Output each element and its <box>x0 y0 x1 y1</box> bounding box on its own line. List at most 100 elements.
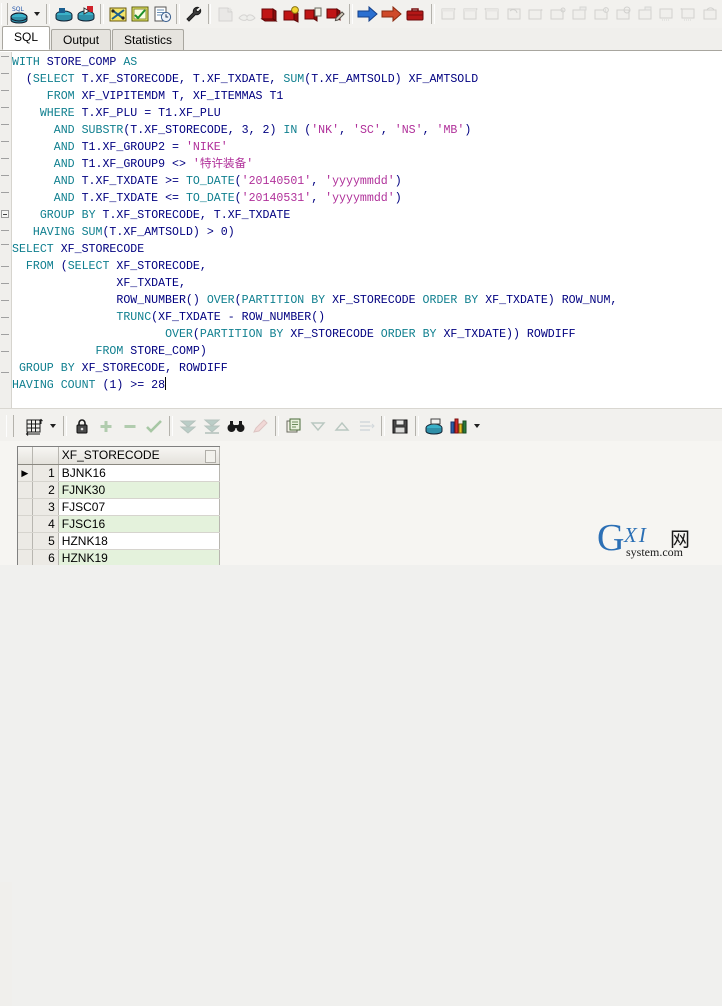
row-current-marker[interactable] <box>18 481 33 499</box>
toolbar-separator-2 <box>100 4 104 24</box>
table-row[interactable]: 2 FJNK30 <box>18 481 220 499</box>
forward-arrow-icon[interactable] <box>356 2 380 26</box>
main-toolbar: SQL i <box>0 0 722 29</box>
window-icon-3[interactable] <box>482 2 504 26</box>
open-file-icon[interactable] <box>53 2 75 26</box>
window-icon-9[interactable] <box>613 2 635 26</box>
highlight-icon[interactable] <box>248 414 272 438</box>
window-icon-11[interactable] <box>657 2 679 26</box>
clear-icon[interactable] <box>236 2 258 26</box>
briefcase-icon[interactable] <box>404 2 428 26</box>
toolbar-separator-1 <box>46 4 50 24</box>
window-icon-8[interactable]: i <box>591 2 613 26</box>
toolbar-separator-3 <box>175 4 180 24</box>
row-number-cell: 1 <box>32 464 59 482</box>
toolbar-separator-5 <box>349 4 354 24</box>
toolbar-separator-6 <box>431 4 436 24</box>
fetch-all-icon[interactable] <box>200 414 224 438</box>
chart-caret-icon[interactable] <box>470 414 484 438</box>
sort-ascending-icon[interactable] <box>330 414 354 438</box>
sort-descending-icon[interactable] <box>306 414 330 438</box>
results-separator-3 <box>275 415 279 436</box>
editor-tab-strip: SQL Output Statistics <box>0 26 722 51</box>
results-separator-5 <box>415 415 419 436</box>
sql-code-text[interactable]: WITH STORE_COMP AS (SELECT T.XF_STORECOD… <box>12 54 722 394</box>
cell-xf-storecode[interactable]: BJNK16 <box>58 464 220 482</box>
tab-sql[interactable]: SQL <box>2 26 51 50</box>
copy-records-icon[interactable] <box>282 414 306 438</box>
commit-icon[interactable] <box>258 2 280 26</box>
row-number-cell: 3 <box>32 498 59 516</box>
editor-gutter[interactable] <box>0 52 12 408</box>
window-icon-13[interactable] <box>700 2 722 26</box>
results-left-rail <box>0 882 12 1006</box>
window-icon-7[interactable] <box>569 2 591 26</box>
cell-xf-storecode[interactable]: FJSC07 <box>58 498 220 516</box>
cell-xf-storecode[interactable]: FJNK30 <box>58 481 220 499</box>
row-number-cell: 5 <box>32 532 59 550</box>
sql-editor-pane[interactable]: WITH STORE_COMP AS (SELECT T.XF_STORECOD… <box>0 51 722 408</box>
sql-result-icon[interactable] <box>422 414 446 438</box>
cell-xf-storecode[interactable]: HZNK18 <box>58 532 220 550</box>
row-current-marker[interactable] <box>18 532 33 550</box>
grid-layout-caret-icon[interactable] <box>46 414 60 438</box>
current-row-arrow-icon: ▶ <box>21 467 29 478</box>
cell-xf-storecode[interactable]: HZNK19 <box>58 549 220 565</box>
table-row[interactable]: 6 HZNK19 <box>18 549 220 565</box>
window-icon-1[interactable] <box>438 2 460 26</box>
table-header-row: XF_STORECODE <box>18 447 220 465</box>
sql-dropdown-caret-icon[interactable] <box>30 2 43 26</box>
paste-object-icon[interactable] <box>324 2 346 26</box>
add-row-icon[interactable] <box>94 414 118 438</box>
results-grid[interactable]: XF_STORECODE ▶ 1 BJNK16 2 FJNK30 3 FJSC07 4 FJSC… <box>17 446 220 565</box>
table-row[interactable]: 4 FJSC16 <box>18 515 220 533</box>
find-binoculars-icon[interactable] <box>224 414 248 438</box>
row-current-marker[interactable] <box>18 549 33 565</box>
new-session-icon[interactable] <box>214 2 236 26</box>
tab-statistics[interactable]: Statistics <box>112 29 185 50</box>
window-icon-5[interactable] <box>525 2 547 26</box>
column-header-xf-storecode[interactable]: XF_STORECODE <box>58 447 220 465</box>
code-fold-box[interactable] <box>1 210 9 218</box>
export-icon[interactable] <box>354 414 378 438</box>
lock-icon[interactable] <box>70 414 94 438</box>
back-arrow-icon[interactable] <box>380 2 404 26</box>
table-row[interactable]: 5 HZNK18 <box>18 532 220 550</box>
copy-object-icon[interactable] <box>302 2 324 26</box>
toolbar-grip[interactable] <box>1 3 9 25</box>
remove-row-icon[interactable] <box>118 414 142 438</box>
history-icon[interactable] <box>151 2 173 26</box>
window-icon-10[interactable] <box>635 2 657 26</box>
save-grid-icon[interactable] <box>388 414 412 438</box>
window-icon-2[interactable] <box>460 2 482 26</box>
wrench-icon[interactable] <box>183 2 205 26</box>
sql-code-area[interactable]: WITH STORE_COMP AS (SELECT T.XF_STORECOD… <box>12 52 722 408</box>
row-number-cell: 4 <box>32 515 59 533</box>
save-file-icon[interactable] <box>75 2 97 26</box>
results-toolbar-grip[interactable] <box>6 414 14 437</box>
grid-layout-icon[interactable] <box>22 414 46 438</box>
window-icon-4[interactable] <box>504 2 526 26</box>
execute-icon[interactable] <box>107 2 129 26</box>
row-current-marker[interactable] <box>18 498 33 516</box>
window-icon-12[interactable] <box>678 2 700 26</box>
explain-plan-icon[interactable] <box>129 2 151 26</box>
window-icon-6[interactable] <box>547 2 569 26</box>
chart-icon[interactable] <box>446 414 470 438</box>
results-separator-4 <box>381 415 385 436</box>
rollback-icon[interactable] <box>280 2 302 26</box>
results-pane: XF_STORECODE ▶ 1 BJNK16 2 FJNK30 3 FJSC07 4 FJSC… <box>0 441 722 1006</box>
svg-text:SQL: SQL <box>12 6 25 13</box>
tab-output[interactable]: Output <box>51 29 112 50</box>
sql-editor-window: SQL i SQL Output Statistics WITH STORE_C… <box>0 0 722 1006</box>
table-row[interactable]: 3 FJSC07 <box>18 498 220 516</box>
fetch-next-page-icon[interactable] <box>176 414 200 438</box>
row-marker-header <box>18 447 33 465</box>
table-row[interactable]: ▶ 1 BJNK16 <box>18 464 220 482</box>
row-current-marker[interactable]: ▶ <box>18 464 33 482</box>
cell-xf-storecode[interactable]: FJSC16 <box>58 515 220 533</box>
post-changes-icon[interactable] <box>142 414 166 438</box>
new-sql-window-icon[interactable]: SQL <box>8 2 30 26</box>
row-current-marker[interactable] <box>18 515 33 533</box>
column-resize-grip[interactable] <box>205 449 216 463</box>
